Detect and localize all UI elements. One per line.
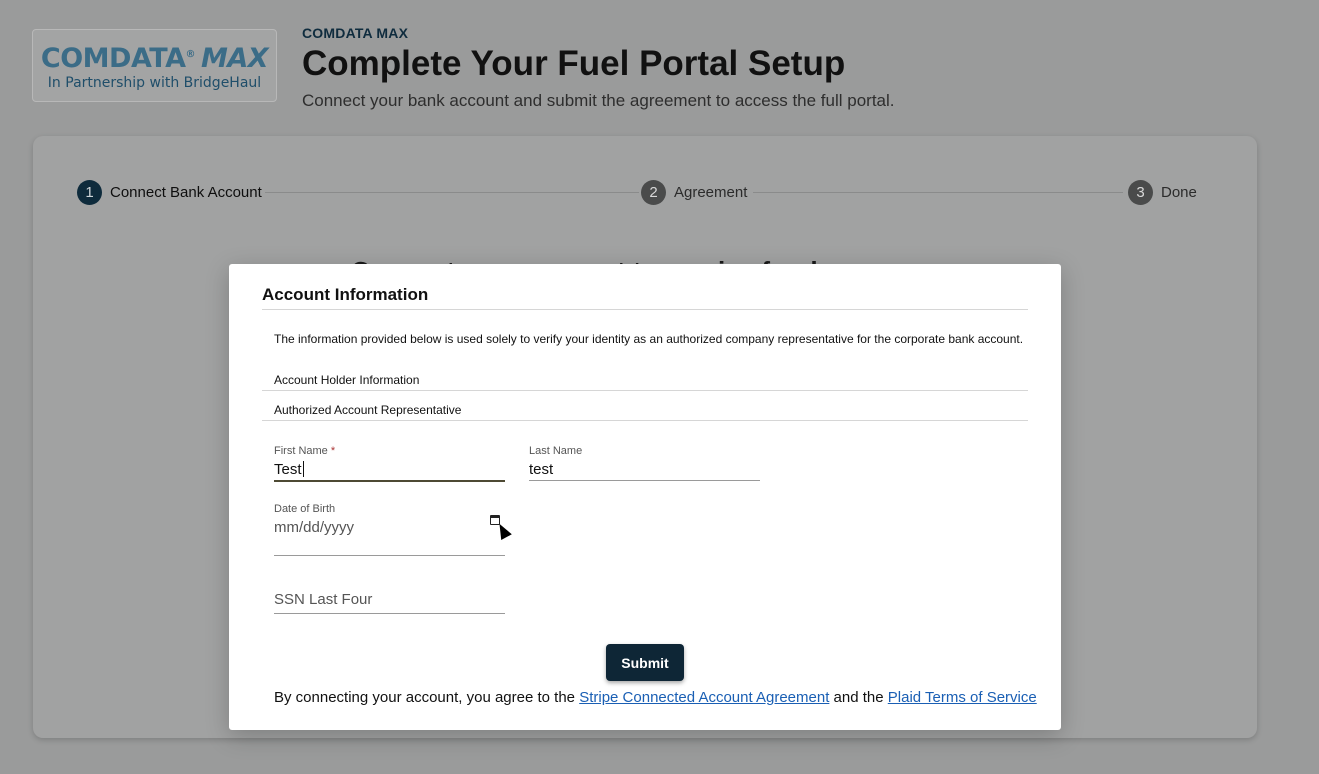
date-of-birth-input[interactable]: mm/dd/yyyy xyxy=(274,519,505,539)
section-authorized-rep: Authorized Account Representative xyxy=(274,403,462,417)
page-title: Complete Your Fuel Portal Setup xyxy=(302,44,846,83)
step-done: 3 Done xyxy=(1128,180,1197,205)
ssn-last-four-input[interactable]: SSN Last Four xyxy=(274,591,505,608)
step-number: 3 xyxy=(1128,180,1153,205)
logo-wordmark: COMDATA® MAX xyxy=(40,42,269,74)
brand-label: COMDATA MAX xyxy=(302,25,409,41)
divider xyxy=(262,309,1028,310)
step-connector xyxy=(753,192,1123,193)
logo-tagline: In Partnership with BridgeHaul xyxy=(47,74,262,91)
plaid-terms-link[interactable]: Plaid Terms of Service xyxy=(888,689,1037,706)
last-name-field[interactable]: Last Name test xyxy=(529,445,760,481)
account-information-modal: Account Information The information prov… xyxy=(229,264,1061,730)
submit-button[interactable]: Submit xyxy=(606,644,684,681)
date-of-birth-label: Date of Birth xyxy=(274,503,336,515)
step-agreement: 2 Agreement xyxy=(641,180,747,205)
step-connect-bank: 1 Connect Bank Account xyxy=(77,180,262,205)
divider xyxy=(262,390,1028,391)
step-connector xyxy=(265,192,639,193)
modal-description: The information provided below is used s… xyxy=(274,332,1024,346)
date-of-birth-field[interactable]: Date of Birth mm/dd/yyyy xyxy=(274,503,505,556)
first-name-input[interactable]: Test xyxy=(274,461,505,481)
step-label: Done xyxy=(1161,184,1197,201)
step-number: 1 xyxy=(77,180,102,205)
divider xyxy=(262,420,1028,421)
step-number: 2 xyxy=(641,180,666,205)
page-subtitle: Connect your bank account and submit the… xyxy=(302,91,895,110)
section-account-holder: Account Holder Information xyxy=(274,373,420,387)
logo: COMDATA® MAX In Partnership with BridgeHa… xyxy=(32,29,277,102)
modal-title: Account Information xyxy=(262,285,429,304)
step-label: Agreement xyxy=(674,184,748,201)
stepper: 1 Connect Bank Account 2 Agreement 3 Don… xyxy=(33,136,1257,246)
ssn-last-four-field[interactable]: SSN Last Four xyxy=(274,591,505,614)
terms-text: By connecting your account, you agree to… xyxy=(274,689,1037,706)
last-name-input[interactable]: test xyxy=(529,461,760,481)
first-name-label: First Name * xyxy=(274,445,336,457)
stripe-agreement-link[interactable]: Stripe Connected Account Agreement xyxy=(579,689,829,706)
step-label: Connect Bank Account xyxy=(110,184,262,201)
first-name-field[interactable]: First Name * Test xyxy=(274,445,505,482)
last-name-label: Last Name xyxy=(529,445,583,457)
